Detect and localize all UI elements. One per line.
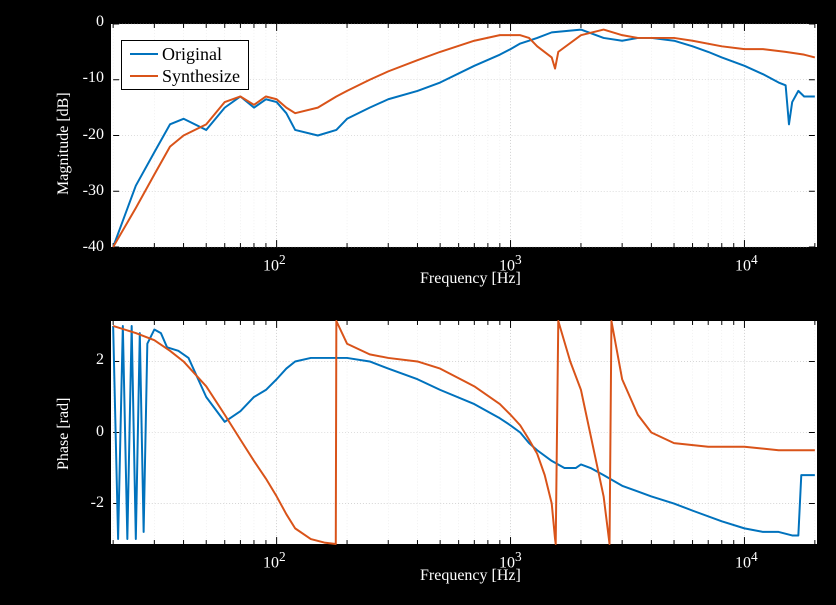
x-tick-label: 104 (735, 252, 758, 275)
y-tick-label: -30 (83, 182, 104, 200)
legend-swatch-synthesize (130, 75, 158, 77)
ylabel-bottom: Phase [rad] (55, 398, 73, 470)
bottom-plot (111, 321, 817, 544)
legend-row-synthesize: Synthesize (130, 65, 240, 87)
magnitude-chart: Original Synthesize (110, 23, 818, 248)
y-tick-label: -20 (83, 126, 104, 144)
y-tick-label: 2 (96, 351, 104, 369)
y-tick-label: -40 (83, 238, 104, 256)
legend-label-synthesize: Synthesize (162, 66, 240, 87)
ylabel-top: Magnitude [dB] (55, 92, 73, 195)
y-tick-label: -10 (83, 69, 104, 87)
x-tick-label: 102 (263, 252, 286, 275)
x-tick-label: 102 (263, 549, 286, 572)
y-tick-label: 0 (96, 423, 104, 441)
legend-box: Original Synthesize (121, 40, 249, 90)
x-tick-label: 104 (735, 549, 758, 572)
y-tick-label: -2 (91, 494, 104, 512)
xlabel-bottom: Frequency [Hz] (420, 567, 521, 585)
phase-chart (110, 320, 818, 545)
xlabel-top: Frequency [Hz] (420, 270, 521, 288)
legend-label-original: Original (162, 44, 222, 65)
legend-row-original: Original (130, 43, 240, 65)
legend-swatch-original (130, 53, 158, 55)
y-tick-label: 0 (96, 13, 104, 31)
